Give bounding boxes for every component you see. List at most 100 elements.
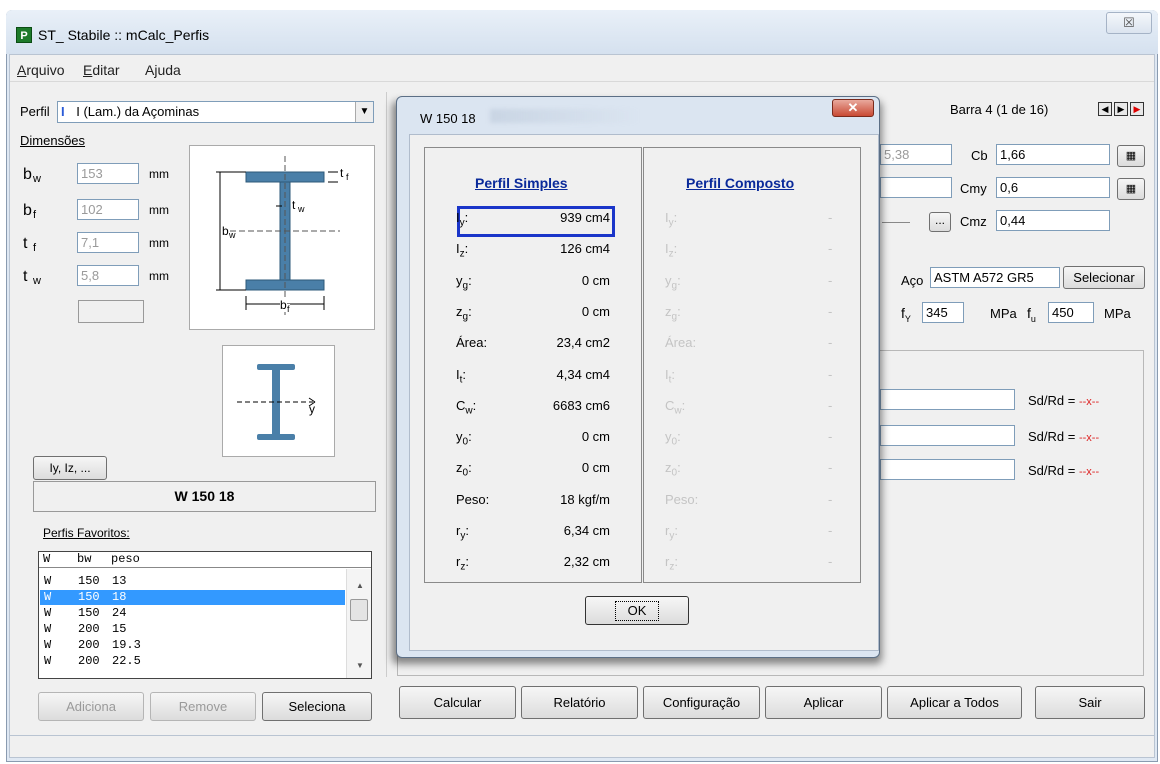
property-value: 6,34 cm <box>563 523 610 538</box>
favorites-label: Perfis Favoritos: <box>43 526 130 540</box>
perfil-label: Perfil <box>20 104 50 119</box>
fy-field[interactable]: 345 <box>922 302 964 323</box>
remove-favorite-button[interactable]: Remove <box>150 692 256 721</box>
partial-field-2[interactable] <box>880 177 952 198</box>
bw-field[interactable]: 153 <box>77 163 139 184</box>
blank-field <box>78 300 144 323</box>
report-button[interactable]: Relatório <box>521 686 638 719</box>
composite-profile-title: Perfil Composto <box>686 175 795 191</box>
apply-button[interactable]: Aplicar <box>765 686 882 719</box>
composite-property-value: - <box>828 273 833 288</box>
sd-rd-2: Sd/Rd = --x-- <box>1028 429 1100 444</box>
property-value: 0 cm <box>581 429 610 444</box>
composite-property-name: z0: <box>665 460 681 479</box>
property-value: 0 cm <box>581 304 610 319</box>
steel-label: Aço <box>901 273 924 288</box>
perfil-dropdown[interactable]: I I (Lam.) da Açominas ▼ <box>57 101 374 123</box>
property-name: Peso: <box>456 492 490 507</box>
window-close-button[interactable]: ☒ <box>1106 12 1152 34</box>
menu-arquivo[interactable]: Arquivo <box>17 62 64 78</box>
list-scrollbar[interactable]: ▲ ▼ <box>346 569 371 678</box>
property-value: 126 cm4 <box>560 241 610 256</box>
composite-property-value: - <box>828 554 833 569</box>
cb-calculator-icon[interactable]: ▦ <box>1117 145 1145 167</box>
property-name: Área: <box>456 335 488 350</box>
result-field-3[interactable] <box>880 459 1015 480</box>
composite-property-name: ry: <box>665 523 678 542</box>
bf-field[interactable]: 102 <box>77 199 139 220</box>
property-value: 939 cm4 <box>560 210 610 225</box>
menu-ajuda[interactable]: Ajuda <box>145 62 181 78</box>
prev-bar-icon[interactable]: ◀ <box>1098 102 1112 116</box>
property-name: zg: <box>456 304 472 323</box>
cmy-calculator-icon[interactable]: ▦ <box>1117 178 1145 200</box>
composite-property-value: - <box>828 241 833 256</box>
apply-all-button[interactable]: Aplicar a Todos <box>887 686 1022 719</box>
property-name: ry: <box>456 523 469 542</box>
tw-field[interactable]: 5,8 <box>77 265 139 286</box>
composite-property-value: - <box>828 398 833 413</box>
list-item[interactable]: W 200 15 <box>40 622 345 637</box>
select-favorite-button[interactable]: Seleciona <box>262 692 372 721</box>
ok-button[interactable]: OK <box>585 596 689 625</box>
scroll-up-icon[interactable]: ▲ <box>356 581 364 590</box>
last-bar-icon[interactable]: ▶ <box>1130 102 1144 116</box>
steel-field[interactable]: ASTM A572 GR5 <box>930 267 1060 288</box>
fu-label: fu <box>1027 305 1036 324</box>
scroll-thumb[interactable] <box>350 599 368 621</box>
list-item[interactable]: W 150 13 <box>40 574 345 589</box>
list-item[interactable]: W 200 22.5 <box>40 654 345 664</box>
property-name: Cw: <box>456 398 477 417</box>
next-bar-icon[interactable]: ▶ <box>1114 102 1128 116</box>
composite-property-name: Área: <box>665 335 697 350</box>
cmz-dots-button[interactable]: ... <box>929 212 951 232</box>
menu-editar[interactable]: Editar <box>83 62 120 78</box>
dialog-close-icon[interactable]: ✕ <box>832 99 874 117</box>
composite-property-name: Cw: <box>665 398 686 417</box>
list-item-selected[interactable]: W 150 18 <box>40 590 345 605</box>
composite-property-value: - <box>828 429 833 444</box>
result-field-2[interactable] <box>880 425 1015 446</box>
fu-unit: MPa <box>1104 306 1131 321</box>
separator-line <box>882 222 910 223</box>
favorites-header: W bw peso <box>39 552 371 568</box>
iy-iz-button[interactable]: Iy, Iz, ... <box>33 456 107 480</box>
add-favorite-button[interactable]: Adiciona <box>38 692 144 721</box>
fu-field[interactable]: 450 <box>1048 302 1094 323</box>
composite-property-name: y0: <box>665 429 681 448</box>
cmz-label: Cmz <box>960 214 987 229</box>
chevron-down-icon[interactable]: ▼ <box>355 102 373 122</box>
cmy-field[interactable]: 0,6 <box>996 177 1110 198</box>
i-beam-axis-icon <box>237 364 316 440</box>
list-item[interactable]: W 200 19.3 <box>40 638 345 653</box>
composite-property-value: - <box>828 523 833 538</box>
window-title: ST_ Stabile :: mCalc_Perfis <box>38 27 210 43</box>
fy-label: fY <box>901 305 911 324</box>
composite-property-name: zg: <box>665 304 681 323</box>
configuration-button[interactable]: Configuração <box>643 686 760 719</box>
cmy-label: Cmy <box>960 181 987 196</box>
property-name: It: <box>456 367 467 386</box>
favorites-list[interactable]: W bw peso W 150 13 W 150 18 W 150 24 W 200 15 W2… <box>38 551 372 679</box>
calculate-button[interactable]: Calcular <box>399 686 516 719</box>
property-value: 18 kgf/m <box>560 492 610 507</box>
partial-field[interactable]: 5,38 <box>880 144 952 165</box>
property-value: 23,4 cm2 <box>556 335 610 350</box>
property-name: y0: <box>456 429 472 448</box>
cmz-field[interactable]: 0,44 <box>996 210 1110 231</box>
profile-i-icon: I <box>61 104 65 119</box>
profile-dimension-drawing: tf tw bw bf <box>189 145 375 330</box>
composite-property-name: yg: <box>665 273 681 292</box>
cb-field[interactable]: 1,66 <box>996 144 1110 165</box>
list-item[interactable]: W 150 24 <box>40 606 345 621</box>
result-field-1[interactable] <box>880 389 1015 410</box>
simple-profile-title: Perfil Simples <box>475 175 568 191</box>
composite-property-value: - <box>828 367 833 382</box>
tf-field[interactable]: 7,1 <box>77 232 139 253</box>
property-value: 4,34 cm4 <box>556 367 610 382</box>
composite-property-value: - <box>828 492 833 507</box>
exit-button[interactable]: Sair <box>1035 686 1145 719</box>
composite-property-value: - <box>828 460 833 475</box>
scroll-down-icon[interactable]: ▼ <box>356 661 364 670</box>
steel-select-button[interactable]: Selecionar <box>1063 266 1145 289</box>
